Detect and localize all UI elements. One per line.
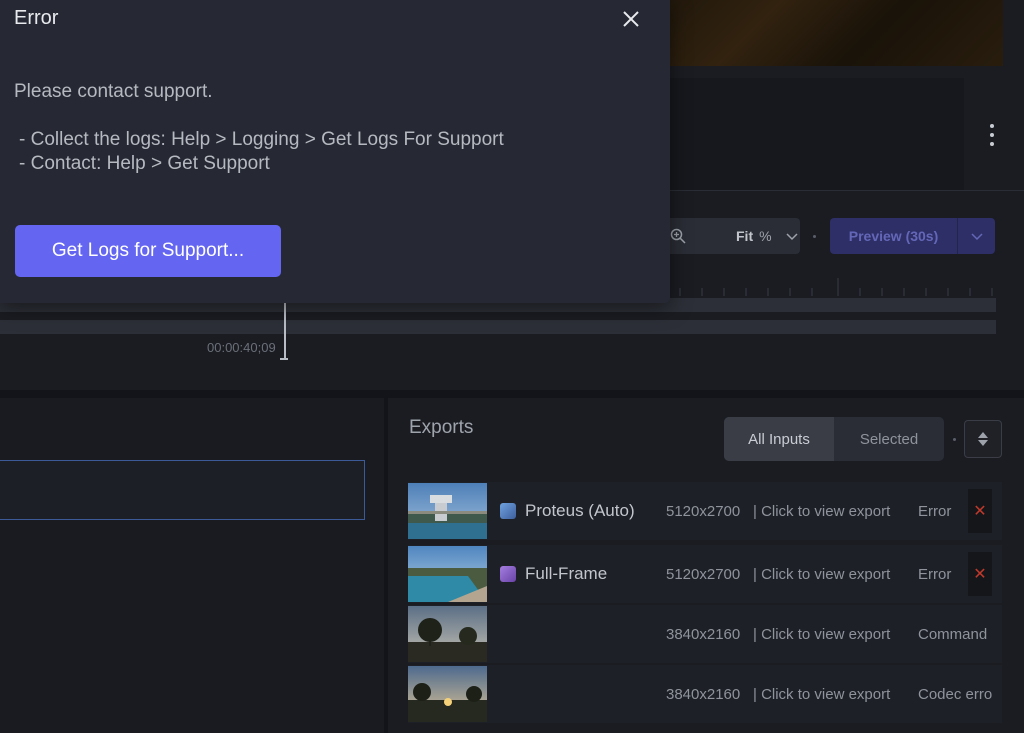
export-row[interactable]: Full-Frame 5120x2700 | Click to view exp… <box>408 545 1002 603</box>
model-icon <box>500 686 516 702</box>
separator-dot <box>953 438 956 441</box>
view-export-link[interactable]: | Click to view export <box>753 686 890 703</box>
export-row[interactable]: Proteus (Auto) 5120x2700 | Click to view… <box>408 482 1002 540</box>
view-export-link[interactable]: | Click to view export <box>753 566 890 583</box>
timeline-ruler <box>679 278 993 296</box>
video-preview <box>660 0 1003 66</box>
export-resolution: 3840x2160 <box>666 685 741 703</box>
more-options-icon[interactable] <box>984 124 1000 146</box>
separator-dot <box>813 235 816 238</box>
export-resolution: 5120x2700 <box>666 502 741 520</box>
model-icon <box>500 566 516 582</box>
get-logs-button[interactable]: Get Logs for Support... <box>15 225 281 277</box>
panel-resize-handle[interactable] <box>384 398 388 733</box>
export-resolution: 3840x2160 <box>666 625 741 643</box>
tab-selected[interactable]: Selected <box>834 417 944 461</box>
inputs-panel <box>0 398 384 733</box>
export-row[interactable]: 3840x2160 | Click to view export Codec e… <box>408 665 1002 723</box>
export-status: Codec erro <box>918 685 993 703</box>
error-dialog: Error Please contact support. - Collect … <box>0 0 670 303</box>
close-icon[interactable] <box>620 8 642 30</box>
preview-label: Preview (30s) <box>848 228 939 244</box>
video-panel <box>660 78 964 190</box>
export-thumbnail <box>408 666 487 722</box>
export-resolution: 5120x2700 <box>666 565 741 583</box>
zoom-unit: % <box>759 228 772 244</box>
chevron-down-icon <box>970 233 983 241</box>
chevron-down-icon <box>786 233 798 241</box>
export-name: Full-Frame <box>525 564 608 583</box>
exports-title: Exports <box>409 417 474 438</box>
zoom-select[interactable]: Fit % <box>660 218 800 254</box>
dialog-instruction: - Collect the logs: Help > Logging > Get… <box>19 129 504 150</box>
playhead-marker <box>280 358 288 360</box>
sort-button[interactable] <box>964 420 1002 458</box>
export-filter-tabs: All Inputs Selected <box>724 417 944 461</box>
close-icon[interactable]: ✕ <box>968 552 992 596</box>
model-icon <box>500 626 516 642</box>
dialog-title: Error <box>14 7 59 29</box>
export-thumbnail <box>408 546 487 602</box>
export-status: Command <box>918 625 988 643</box>
export-name: Proteus (Auto) <box>525 501 635 520</box>
dialog-message: Please contact support. <box>14 81 213 102</box>
preview-button[interactable]: Preview (30s) <box>830 218 995 254</box>
preview-dropdown[interactable] <box>958 230 995 242</box>
close-icon[interactable]: ✕ <box>968 489 992 533</box>
panel-divider <box>0 390 1024 398</box>
timeline-track[interactable] <box>0 320 996 334</box>
sort-icon <box>978 432 988 446</box>
timecode: 00:00:40;09 <box>207 340 276 355</box>
view-export-link[interactable]: | Click to view export <box>753 626 890 643</box>
export-thumbnail <box>408 606 487 662</box>
selected-input-item[interactable] <box>0 460 365 520</box>
model-icon <box>500 503 516 519</box>
dialog-instruction: - Contact: Help > Get Support <box>19 153 270 174</box>
export-row[interactable]: 3840x2160 | Click to view export Command <box>408 605 1002 663</box>
playhead[interactable] <box>284 302 286 360</box>
zoom-value: Fit <box>736 228 754 244</box>
zoom-in-icon <box>670 228 686 244</box>
export-thumbnail <box>408 483 487 539</box>
tab-all-inputs[interactable]: All Inputs <box>724 417 834 461</box>
view-export-link[interactable]: | Click to view export <box>753 503 890 520</box>
